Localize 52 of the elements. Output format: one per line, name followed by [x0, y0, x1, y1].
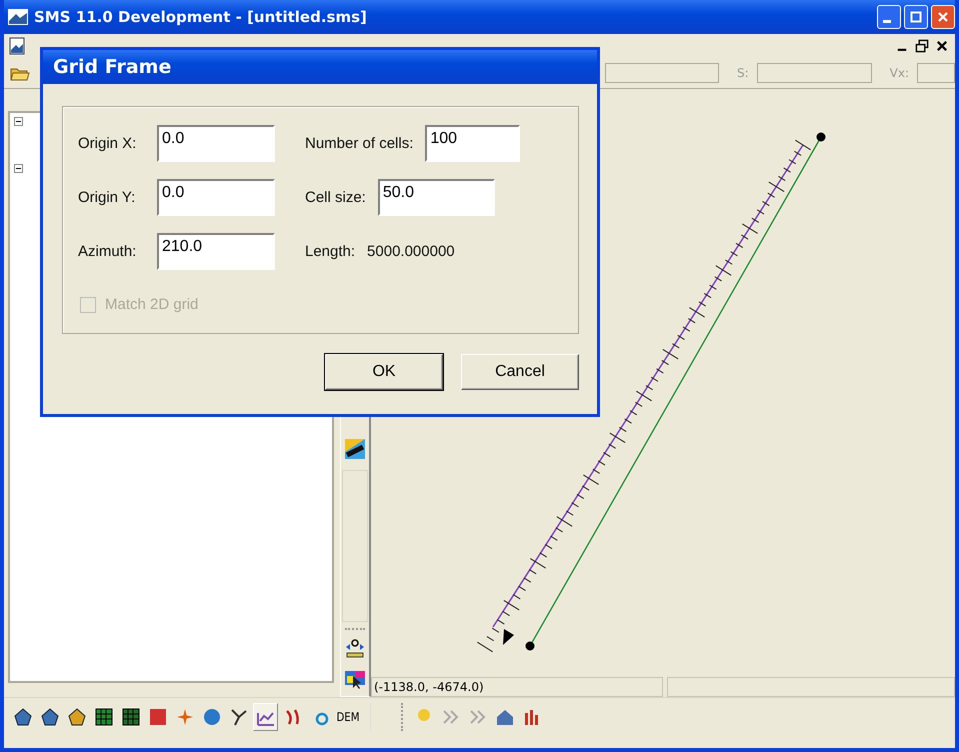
text-field[interactable]	[917, 63, 955, 83]
minimize-icon	[883, 20, 891, 22]
document-icon	[8, 37, 26, 55]
measure-icon[interactable]	[344, 638, 366, 660]
restore-icon[interactable]	[915, 39, 929, 53]
mesh-icon	[12, 707, 32, 727]
app-icon	[8, 9, 28, 25]
input-field[interactable]: 50.0	[378, 179, 495, 216]
mesh-icon	[40, 707, 60, 727]
arrow-icon	[503, 629, 514, 645]
collapse-icon[interactable]	[14, 117, 23, 126]
field-label: Length:	[305, 243, 356, 260]
field-label: Origin Y:	[78, 189, 136, 206]
text-field[interactable]	[756, 63, 872, 83]
dialog-title: Grid Frame	[53, 56, 172, 78]
close-button[interactable]	[931, 5, 955, 29]
input-field[interactable]: 100	[425, 125, 520, 162]
maximize-button[interactable]	[904, 5, 928, 29]
window-title: SMS 11.0 Development - [untitled.sms]	[34, 8, 368, 26]
field-label: Cell size:	[305, 189, 366, 206]
field-label: Vx:	[890, 66, 909, 80]
mesh-icon	[66, 707, 86, 727]
collapse-icon[interactable]	[14, 164, 23, 173]
field-label: S:	[736, 66, 749, 80]
maximize-icon	[910, 11, 922, 23]
dialog-button[interactable]: Cancel	[461, 354, 579, 390]
field-label: Origin X:	[78, 135, 138, 152]
field-label: Azimuth:	[78, 243, 138, 260]
square-icon	[148, 707, 168, 727]
input-field[interactable]: 0.0	[157, 125, 275, 162]
end-node	[526, 642, 534, 650]
field-label: Number of cells:	[305, 135, 414, 152]
globe-icon	[202, 707, 222, 727]
house-icon	[494, 707, 514, 727]
close-icon[interactable]	[935, 39, 949, 53]
ruler-icon[interactable]	[344, 438, 366, 460]
select-icon[interactable]	[344, 668, 366, 690]
minimize-button[interactable]	[877, 5, 901, 29]
dialog-button[interactable]: OK	[325, 354, 443, 390]
checkbox-label: Match 2D grid	[105, 296, 198, 313]
toolbar-separator	[370, 703, 403, 731]
length-value: 5000.000000	[367, 243, 455, 260]
input-field[interactable]: 210.0	[157, 233, 275, 270]
grid-icon	[120, 707, 140, 727]
text-field[interactable]	[604, 63, 719, 83]
grid-icon	[94, 707, 114, 727]
coordinates-readout: (-1138.0, -4674.0)	[371, 677, 663, 697]
close-icon	[937, 11, 949, 23]
network-icon	[228, 707, 248, 727]
input-field[interactable]: 0.0	[157, 179, 275, 216]
end-node	[816, 132, 826, 142]
dem-button[interactable]: DEM	[336, 703, 360, 731]
